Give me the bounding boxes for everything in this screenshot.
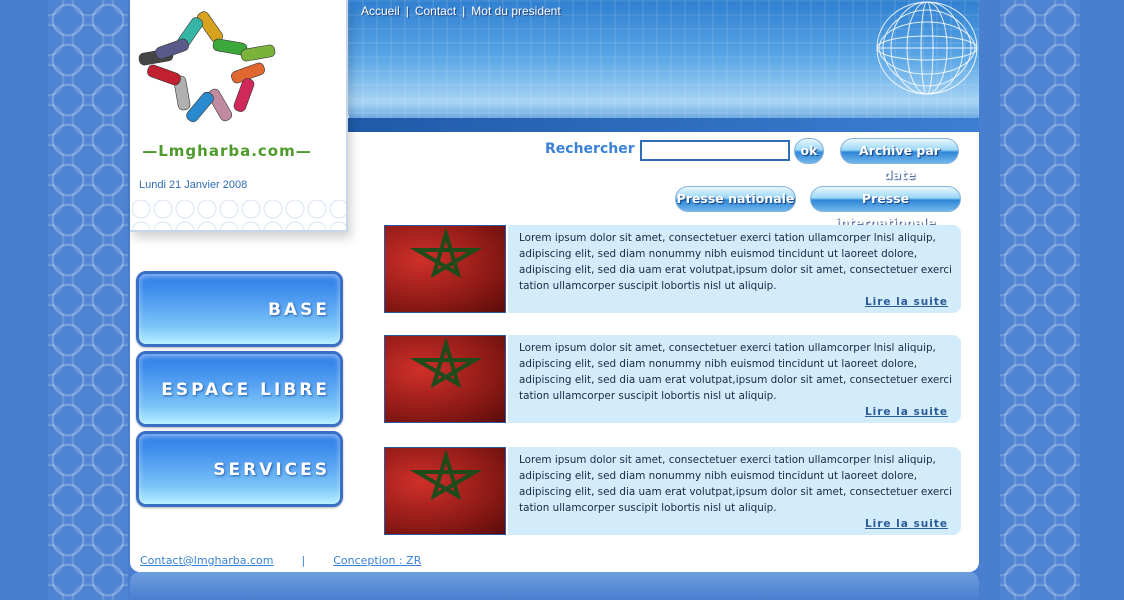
moroccan-flag-image[interactable] bbox=[384, 225, 506, 313]
national-press-button[interactable]: Presse nationale bbox=[675, 186, 796, 212]
right-decorative-pattern bbox=[1000, 0, 1080, 600]
international-press-button[interactable]: Presse internationale bbox=[810, 186, 961, 230]
banner-divider bbox=[348, 118, 979, 132]
top-navigation: Accueil | Contact | Mot du president bbox=[361, 4, 561, 18]
article-item: Lorem ipsum dolor sit amet, consectetuer… bbox=[384, 225, 961, 313]
nav-separator: | bbox=[405, 4, 409, 18]
nav-separator: | bbox=[462, 4, 466, 18]
article-item: Lorem ipsum dolor sit amet, consectetuer… bbox=[384, 335, 961, 423]
page-frame: Accueil | Contact | Mot du president —Lm… bbox=[130, 0, 979, 572]
menu-button-espace-libre[interactable]: ESPACE LIBRE bbox=[136, 351, 343, 427]
search-label: Rechercher : bbox=[545, 141, 646, 157]
read-more-link[interactable]: Lire la suite bbox=[865, 404, 948, 420]
nav-link-mot-du-president[interactable]: Mot du president bbox=[471, 4, 560, 18]
menu-button-base[interactable]: BASE bbox=[136, 271, 343, 347]
flag-star-icon bbox=[409, 450, 483, 501]
logo-panel: —Lmgharba.com— Lundi 21 Janvier 2008 bbox=[130, 0, 348, 232]
left-decorative-pattern bbox=[48, 0, 128, 600]
page-bottom-bar bbox=[130, 572, 979, 600]
footer-separator: | bbox=[301, 554, 306, 567]
menu-button-label: SERVICES bbox=[213, 460, 330, 480]
moroccan-flag-image[interactable] bbox=[384, 335, 506, 423]
footer-credit-link[interactable]: Conception : ZR bbox=[333, 554, 421, 567]
moroccan-flag-image[interactable] bbox=[384, 447, 506, 535]
menu-button-label: BASE bbox=[268, 300, 330, 320]
current-date: Lundi 21 Janvier 2008 bbox=[139, 179, 248, 191]
logo-panel-inner: —Lmgharba.com— Lundi 21 Janvier 2008 bbox=[130, 0, 346, 200]
search-ok-button[interactable]: ok bbox=[794, 138, 824, 164]
menu-button-services[interactable]: SERVICES bbox=[136, 431, 343, 507]
article-text: Lorem ipsum dolor sit amet, consectetuer… bbox=[519, 454, 952, 514]
read-more-link[interactable]: Lire la suite bbox=[865, 294, 948, 310]
article-text-box: Lorem ipsum dolor sit amet, consectetuer… bbox=[508, 335, 961, 423]
flag-star-icon bbox=[409, 338, 483, 389]
nav-link-accueil[interactable]: Accueil bbox=[361, 4, 400, 18]
article-text-box: Lorem ipsum dolor sit amet, consectetuer… bbox=[508, 447, 961, 535]
site-name: —Lmgharba.com— bbox=[142, 142, 312, 160]
article-item: Lorem ipsum dolor sit amet, consectetuer… bbox=[384, 447, 961, 535]
flag-star-icon bbox=[409, 228, 483, 279]
read-more-link[interactable]: Lire la suite bbox=[865, 516, 948, 532]
article-text: Lorem ipsum dolor sit amet, consectetuer… bbox=[519, 342, 952, 402]
globe-icon bbox=[876, 1, 978, 95]
footer: Contact@lmgharba.com | Conception : ZR bbox=[140, 554, 421, 567]
archive-by-date-button[interactable]: Archive par date bbox=[840, 138, 959, 182]
star-people-logo-icon bbox=[138, 11, 276, 123]
menu-button-label: ESPACE LIBRE bbox=[161, 380, 330, 400]
article-text: Lorem ipsum dolor sit amet, consectetuer… bbox=[519, 232, 952, 292]
nav-link-contact[interactable]: Contact bbox=[415, 4, 456, 18]
search-input[interactable] bbox=[640, 140, 790, 161]
article-text-box: Lorem ipsum dolor sit amet, consectetuer… bbox=[508, 225, 961, 313]
footer-contact-link[interactable]: Contact@lmgharba.com bbox=[140, 554, 274, 567]
